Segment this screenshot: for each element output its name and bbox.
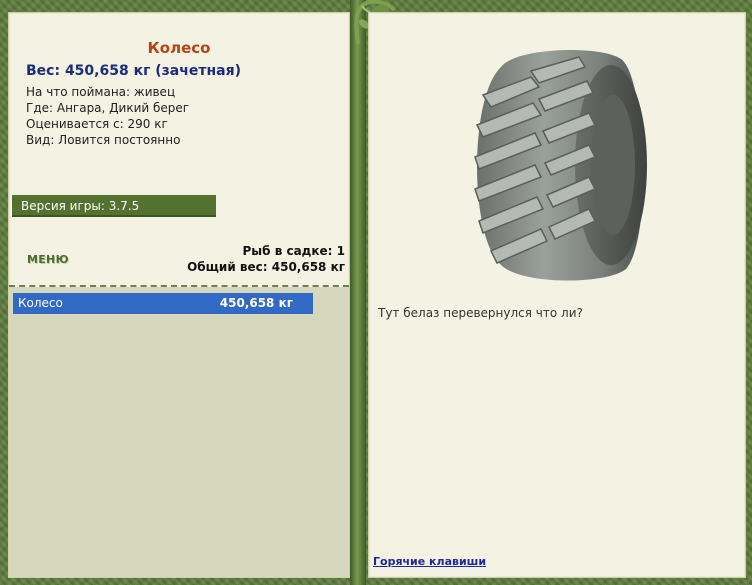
fish-valued-from: Оценивается с: 290 кг (26, 117, 168, 131)
list-item[interactable]: Колесо 450,658 кг (13, 293, 313, 314)
cage-stats: Рыб в садке: 1 Общий вес: 450,658 кг (187, 243, 345, 275)
vine-divider (350, 0, 366, 585)
fish-bait: На что поймана: живец (26, 85, 176, 99)
fish-kind: Вид: Ловится постоянно (26, 133, 181, 147)
cage-list: Колесо 450,658 кг (9, 287, 349, 577)
tire-image (474, 49, 647, 281)
detail-panel: Тут белаз перевернулся что ли? Горячие к… (368, 12, 746, 578)
catch-panel: Колесо Вес: 450,658 кг (зачетная) На что… (8, 12, 350, 578)
cage-count: Рыб в садке: 1 (242, 244, 346, 258)
fish-weight: Вес: 450,658 кг (зачетная) (26, 63, 241, 79)
game-version: Версия игры: 3.7.5 (12, 195, 216, 217)
hotkeys-link[interactable]: Горячие клавиши (373, 555, 486, 568)
list-item-name: Колесо (18, 296, 63, 310)
menu-button[interactable]: МЕНЮ (27, 253, 69, 266)
list-item-weight: 450,658 кг (219, 296, 293, 310)
fish-description: Тут белаз перевернулся что ли? (378, 306, 583, 320)
fish-name: Колесо (147, 39, 211, 57)
fish-location: Где: Ангара, Дикий берег (26, 101, 190, 115)
cage-total-weight: Общий вес: 450,658 кг (187, 260, 345, 274)
